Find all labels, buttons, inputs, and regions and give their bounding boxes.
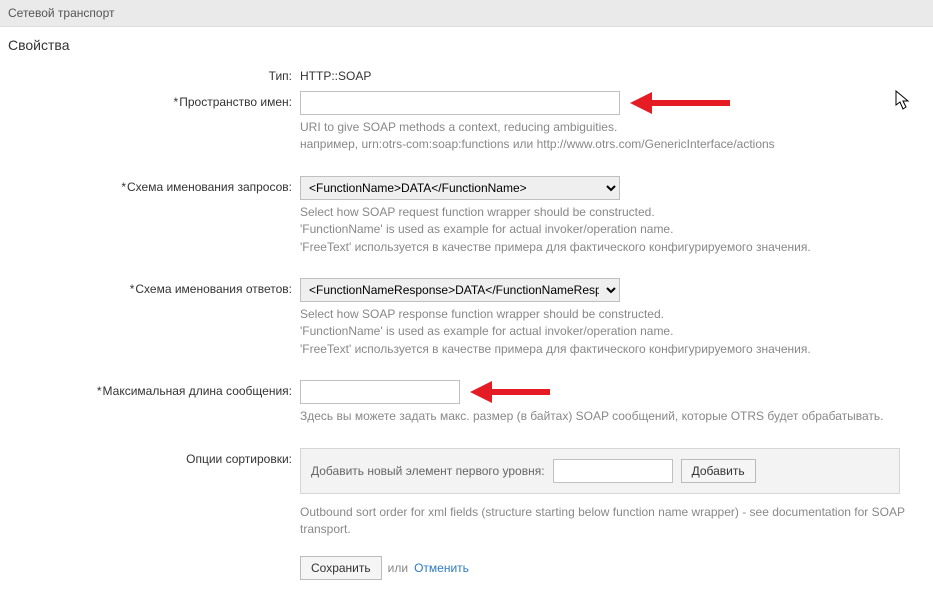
hint-line: 'FreeText' используется в качестве приме… — [300, 239, 920, 256]
hint-line: например, urn:otrs-com:soap:functions ил… — [300, 136, 920, 153]
arrow-annotation-icon — [470, 381, 550, 403]
value-type: HTTP::SOAP — [300, 65, 921, 83]
namespace-input[interactable] — [300, 91, 620, 115]
row-type: Тип: HTTP::SOAP — [0, 63, 933, 85]
hint-maxlen: Здесь вы можете задать макс. размер (в б… — [300, 408, 920, 425]
row-namespace: Пространство имен: URI to give SOAP meth… — [0, 89, 933, 170]
hint-line: 'FreeText' используется в качестве приме… — [300, 341, 920, 358]
hint-line: URI to give SOAP methods a context, redu… — [300, 119, 920, 136]
maxlen-input[interactable] — [300, 380, 460, 404]
hint-line: 'FunctionName' is used as example for ac… — [300, 323, 920, 340]
sort-element-input[interactable] — [553, 459, 673, 483]
request-scheme-select[interactable]: <FunctionName>DATA</FunctionName> — [300, 176, 620, 200]
label-namespace: Пространство имен: — [174, 95, 292, 109]
row-request-scheme: Схема именования запросов: <FunctionName… — [0, 174, 933, 272]
hint-request-scheme: Select how SOAP request function wrapper… — [300, 204, 920, 256]
label-type: Тип: — [0, 65, 300, 83]
save-button[interactable]: Сохранить — [300, 556, 382, 580]
sort-options-box: Добавить новый элемент первого уровня: Д… — [300, 448, 900, 494]
arrow-annotation-icon — [630, 92, 730, 114]
hint-line: Select how SOAP request function wrapper… — [300, 204, 920, 221]
sort-box-label: Добавить новый элемент первого уровня: — [311, 464, 545, 478]
row-sort-options: Опции сортировки: Добавить новый элемент… — [0, 446, 933, 583]
section-title: Свойства — [0, 27, 933, 59]
hint-sort-options: Outbound sort order for xml fields (stru… — [300, 504, 920, 539]
submit-row: Сохранить или Отменить — [300, 556, 921, 580]
row-maxlen: Максимальная длина сообщения: Здесь вы м… — [0, 378, 933, 441]
label-sort-options: Опции сортировки: — [0, 448, 300, 466]
hint-response-scheme: Select how SOAP response function wrappe… — [300, 306, 920, 358]
label-request-scheme: Схема именования запросов: — [121, 180, 292, 194]
cancel-link[interactable]: Отменить — [414, 561, 469, 575]
panel-header: Сетевой транспорт — [0, 0, 933, 27]
response-scheme-select[interactable]: <FunctionNameResponse>DATA</FunctionName… — [300, 278, 620, 302]
label-response-scheme: Схема именования ответов: — [130, 282, 292, 296]
hint-namespace: URI to give SOAP methods a context, redu… — [300, 119, 920, 154]
form: Тип: HTTP::SOAP Пространство имен: URI t… — [0, 59, 933, 606]
hint-line: Select how SOAP response function wrappe… — [300, 306, 920, 323]
panel-title: Сетевой транспорт — [8, 6, 114, 20]
or-text: или — [388, 561, 408, 575]
add-sort-element-button[interactable]: Добавить — [681, 459, 756, 483]
row-response-scheme: Схема именования ответов: <FunctionNameR… — [0, 276, 933, 374]
hint-line: 'FunctionName' is used as example for ac… — [300, 221, 920, 238]
label-maxlen: Максимальная длина сообщения: — [97, 384, 292, 398]
